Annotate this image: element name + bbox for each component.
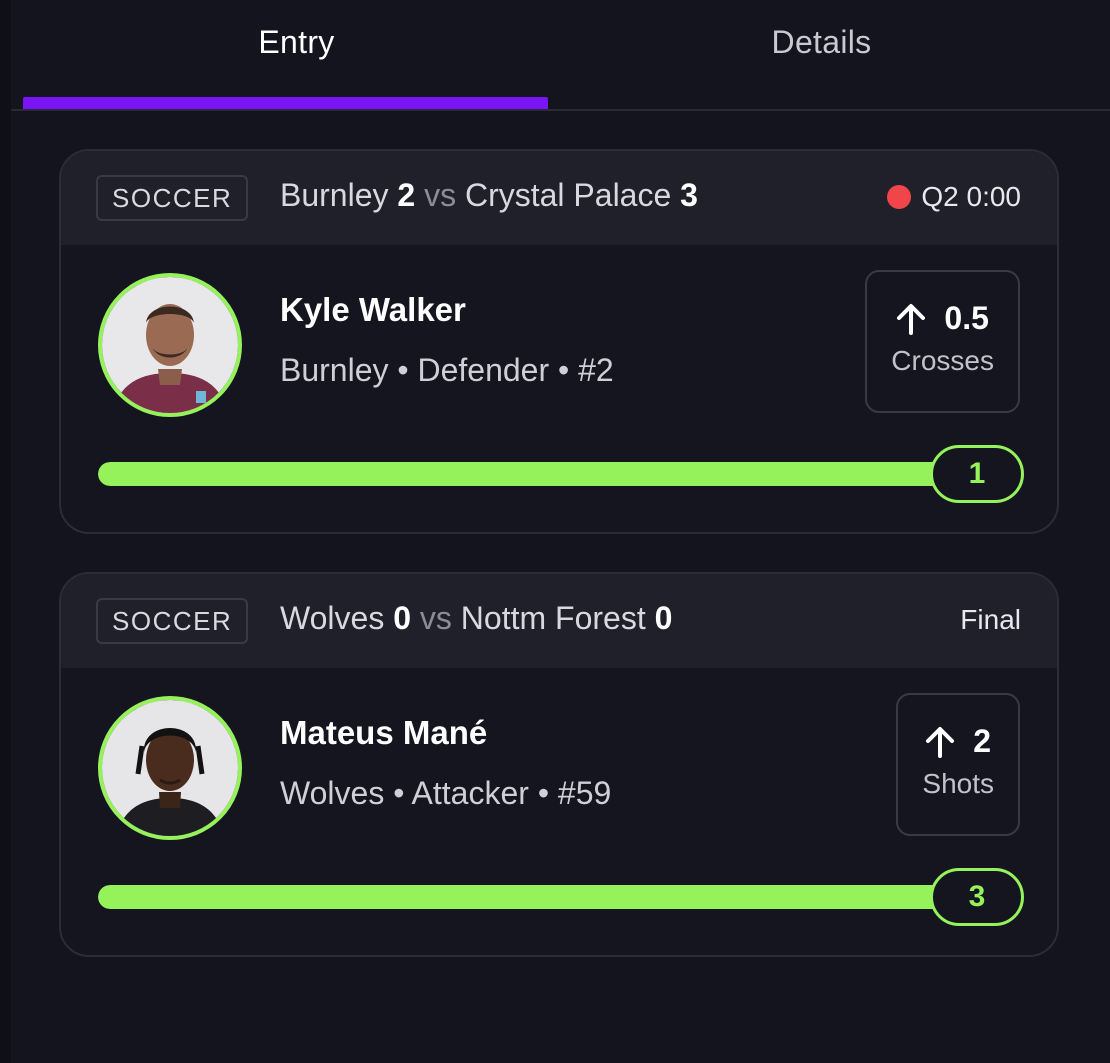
player-photo-icon: [102, 700, 238, 836]
current-value-badge: 3: [930, 868, 1024, 926]
matchup: Burnley 2 vs Crystal Palace 3: [280, 177, 698, 214]
live-indicator-icon: [887, 185, 912, 209]
current-value-badge: 1: [930, 445, 1024, 503]
progress-bar: [98, 885, 988, 909]
player-avatar: [98, 273, 242, 417]
sport-badge: SOCCER: [96, 598, 249, 644]
away-team: Crystal Palace: [464, 177, 672, 213]
away-team: Nottm Forest: [460, 600, 646, 636]
tab-entry[interactable]: Entry: [34, 0, 559, 110]
home-team: Wolves: [280, 600, 385, 636]
home-score: 0: [393, 600, 412, 636]
pick-stat-box: 2 Shots: [896, 693, 1020, 836]
tab-entry-label: Entry: [258, 24, 335, 60]
pick-card[interactable]: SOCCER Burnley 2 vs Crystal Palace 3 Q2 …: [59, 149, 1059, 534]
away-score: 0: [654, 600, 673, 636]
pick-line: 2: [973, 723, 992, 759]
vs-label: vs: [424, 177, 457, 213]
home-score: 2: [397, 177, 416, 213]
pick-stat-label: Crosses: [891, 345, 994, 376]
arrow-up-icon: [897, 303, 926, 335]
pick-card[interactable]: SOCCER Wolves 0 vs Nottm Forest 0 Final: [59, 572, 1059, 957]
card-header: SOCCER Burnley 2 vs Crystal Palace 3 Q2 …: [61, 151, 1057, 245]
game-status: Q2 0:00: [887, 181, 1021, 213]
away-score: 3: [680, 177, 698, 213]
pick-line-row: 2: [922, 723, 994, 760]
progress-fill: [98, 885, 988, 909]
game-status: Final: [960, 604, 1021, 636]
vs-label: vs: [419, 600, 452, 636]
player-photo-icon: [102, 277, 238, 413]
active-tab-indicator: [23, 97, 548, 109]
home-team: Burnley: [280, 177, 389, 213]
tab-details-label: Details: [771, 24, 872, 60]
player-meta: Wolves • Attacker • #59: [280, 775, 612, 811]
player-avatar: [98, 696, 242, 840]
left-edge-divider: [0, 0, 11, 1063]
tab-bar: Entry Details: [11, 0, 1110, 111]
progress-bar: [98, 462, 988, 486]
game-final-label: Final: [960, 604, 1021, 635]
pick-line-row: 0.5: [891, 300, 994, 337]
progress-fill: [98, 462, 988, 486]
pick-stat-box: 0.5 Crosses: [865, 270, 1020, 413]
card-header: SOCCER Wolves 0 vs Nottm Forest 0 Final: [61, 574, 1057, 668]
matchup: Wolves 0 vs Nottm Forest 0: [280, 600, 672, 637]
tab-details[interactable]: Details: [559, 0, 1084, 110]
entry-page: Entry Details SOCCER Burnley 2 vs Crysta…: [0, 0, 1110, 1063]
player-meta: Burnley • Defender • #2: [280, 352, 614, 388]
game-clock: Q2 0:00: [921, 181, 1021, 212]
arrow-up-icon: [926, 726, 955, 758]
pick-line: 0.5: [944, 300, 989, 336]
sport-badge: SOCCER: [96, 175, 249, 221]
pick-stat-label: Shots: [922, 768, 994, 799]
player-name: Mateus Mané: [280, 714, 488, 751]
player-name: Kyle Walker: [280, 291, 466, 328]
